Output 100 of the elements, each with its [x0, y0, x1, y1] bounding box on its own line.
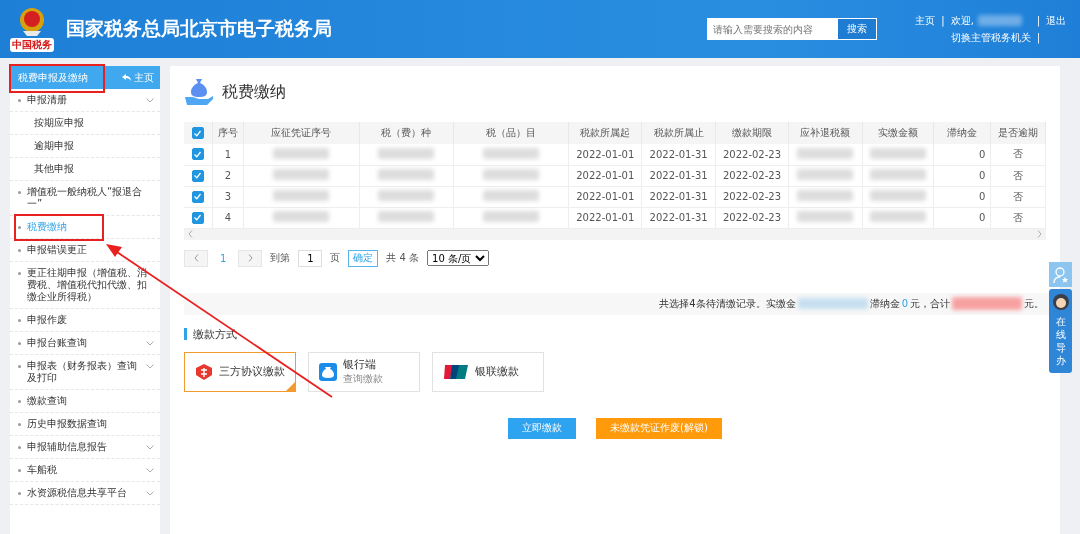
sidebar-item[interactable]: 逾期申报 — [10, 135, 160, 158]
page-size-select[interactable]: 10 条/页 — [427, 250, 490, 266]
column-header: 应补退税额 — [788, 122, 863, 144]
penalty-value: 0 — [901, 298, 908, 309]
sidebar-item[interactable]: 增值税一般纳税人“报退合一” — [10, 181, 160, 216]
shield-icon — [195, 362, 213, 381]
blurred-value — [869, 147, 926, 159]
chevron-down-icon — [146, 98, 154, 103]
row-checkbox[interactable] — [191, 169, 204, 182]
column-header: 滞纳金 — [933, 122, 991, 144]
section-title: 缴款方式 — [193, 326, 237, 342]
search-field[interactable]: 请输入需要搜索的内容 — [707, 18, 838, 40]
blurred-value — [273, 169, 330, 180]
logo-caption: 中国税务 — [10, 37, 54, 52]
page-unit: 页 — [330, 251, 341, 265]
chevron-down-icon — [146, 468, 154, 473]
table-cell: 2022-02-23 — [715, 186, 789, 207]
table-cell: 2022-01-31 — [641, 165, 716, 186]
sidebar-item[interactable]: 车船税 — [10, 459, 160, 482]
sidebar-item[interactable]: 按期应申报 — [10, 112, 160, 135]
summary-text: 元，合计 — [910, 296, 950, 311]
chevron-down-icon — [146, 341, 154, 346]
table-cell: 0 — [933, 165, 991, 186]
separator: | — [1036, 15, 1040, 26]
sidebar-item[interactable]: 历史申报数据查询 — [10, 413, 160, 436]
blurred-value — [797, 190, 854, 201]
total-count: 共 4 条 — [386, 251, 420, 265]
column-header: 税款所属止 — [641, 122, 716, 144]
column-header: 缴款期限 — [715, 122, 789, 144]
row-checkbox[interactable] — [191, 211, 204, 224]
sidebar-item[interactable]: 申报表（财务报表）查询及打印 — [10, 355, 160, 390]
sidebar-item[interactable]: 缴款查询 — [10, 390, 160, 413]
column-header: 应征凭证序号 — [243, 122, 359, 144]
scroll-left-icon — [188, 230, 193, 238]
blurred-username — [977, 15, 1022, 26]
table-cell: 2022-02-23 — [715, 144, 789, 165]
table-cell: 2022-01-01 — [568, 186, 642, 207]
summary-text: 元。 — [1024, 296, 1044, 311]
table-cell: 2022-01-01 — [568, 207, 642, 228]
row-checkbox[interactable] — [191, 190, 204, 203]
blurred-value — [273, 211, 330, 222]
scroll-right-icon — [1037, 230, 1042, 238]
table-cell: 2022-02-23 — [715, 165, 789, 186]
money-bag-hand-icon — [184, 77, 214, 107]
table-cell: 2022-02-23 — [715, 207, 789, 228]
payment-method-option[interactable]: 三方协议缴款 — [184, 351, 296, 392]
table-cell: 0 — [933, 186, 991, 207]
blurred-value — [482, 147, 539, 159]
card-logo-icon — [443, 363, 469, 380]
table-cell: 1 — [212, 144, 244, 165]
select-all-checkbox[interactable] — [191, 127, 204, 139]
column-header: 税款所属起 — [568, 122, 642, 144]
sidebar-item[interactable]: 水资源税信息共享平台 — [10, 482, 160, 505]
table-cell: 2022-01-31 — [641, 207, 716, 228]
home-link[interactable]: 主页 — [915, 13, 936, 28]
blurred-value — [378, 147, 435, 159]
blurred-value — [869, 190, 926, 201]
table-cell: 2 — [212, 165, 244, 186]
table-cell: 否 — [990, 165, 1046, 186]
table-cell: 2022-01-01 — [568, 144, 642, 165]
column-header: 序号 — [212, 122, 244, 144]
sidebar-item[interactable]: 其他申报 — [10, 158, 160, 181]
blurred-value — [273, 190, 330, 201]
separator: | — [941, 15, 945, 26]
blurred-value — [869, 169, 926, 180]
table-cell: 2022-01-01 — [568, 165, 642, 186]
column-header: 实缴金额 — [862, 122, 934, 144]
table-cell: 2022-01-31 — [641, 186, 716, 207]
blurred-value — [273, 147, 330, 159]
logout-link[interactable]: 退出 — [1046, 13, 1066, 28]
table-cell: 否 — [990, 144, 1046, 165]
chevron-down-icon — [146, 445, 154, 450]
online-guide-widget[interactable]: 在线导办 — [1049, 289, 1072, 373]
site-title: 国家税务总局北京市电子税务局 — [66, 16, 333, 41]
sidebar-item[interactable]: 申报作废 — [10, 309, 160, 332]
blurred-value — [378, 211, 435, 222]
table-cell: 否 — [990, 186, 1046, 207]
blurred-amount — [952, 297, 1022, 310]
payment-method-option[interactable]: 银行端 查询缴款 — [308, 351, 420, 392]
blurred-value — [378, 190, 435, 201]
sidebar-item[interactable]: 申报辅助信息报告 — [10, 436, 160, 459]
welcome-text: 欢迎, — [950, 13, 974, 28]
back-arrow-icon — [122, 74, 131, 81]
page-input[interactable]: 1 — [298, 249, 323, 267]
table-cell: 2022-01-31 — [641, 144, 716, 165]
blurred-amount — [797, 298, 868, 309]
sidebar-item[interactable]: 申报清册 — [10, 89, 160, 112]
sidebar-item[interactable]: 申报台账查询 — [10, 332, 160, 355]
separator: | — [1036, 32, 1040, 43]
blurred-value — [869, 211, 926, 222]
blurred-value — [797, 147, 854, 159]
blurred-value — [482, 169, 539, 180]
chevron-left-icon — [193, 254, 199, 262]
row-checkbox[interactable] — [191, 148, 204, 161]
search-button[interactable]: 搜索 — [837, 18, 878, 40]
payment-method-option[interactable]: 银联缴款 — [432, 351, 544, 392]
money-bag-icon — [319, 362, 337, 381]
switch-office-link[interactable]: 切换主管税务机关 — [950, 30, 1031, 45]
blurred-value — [482, 211, 539, 222]
table-cell: 0 — [933, 207, 991, 228]
